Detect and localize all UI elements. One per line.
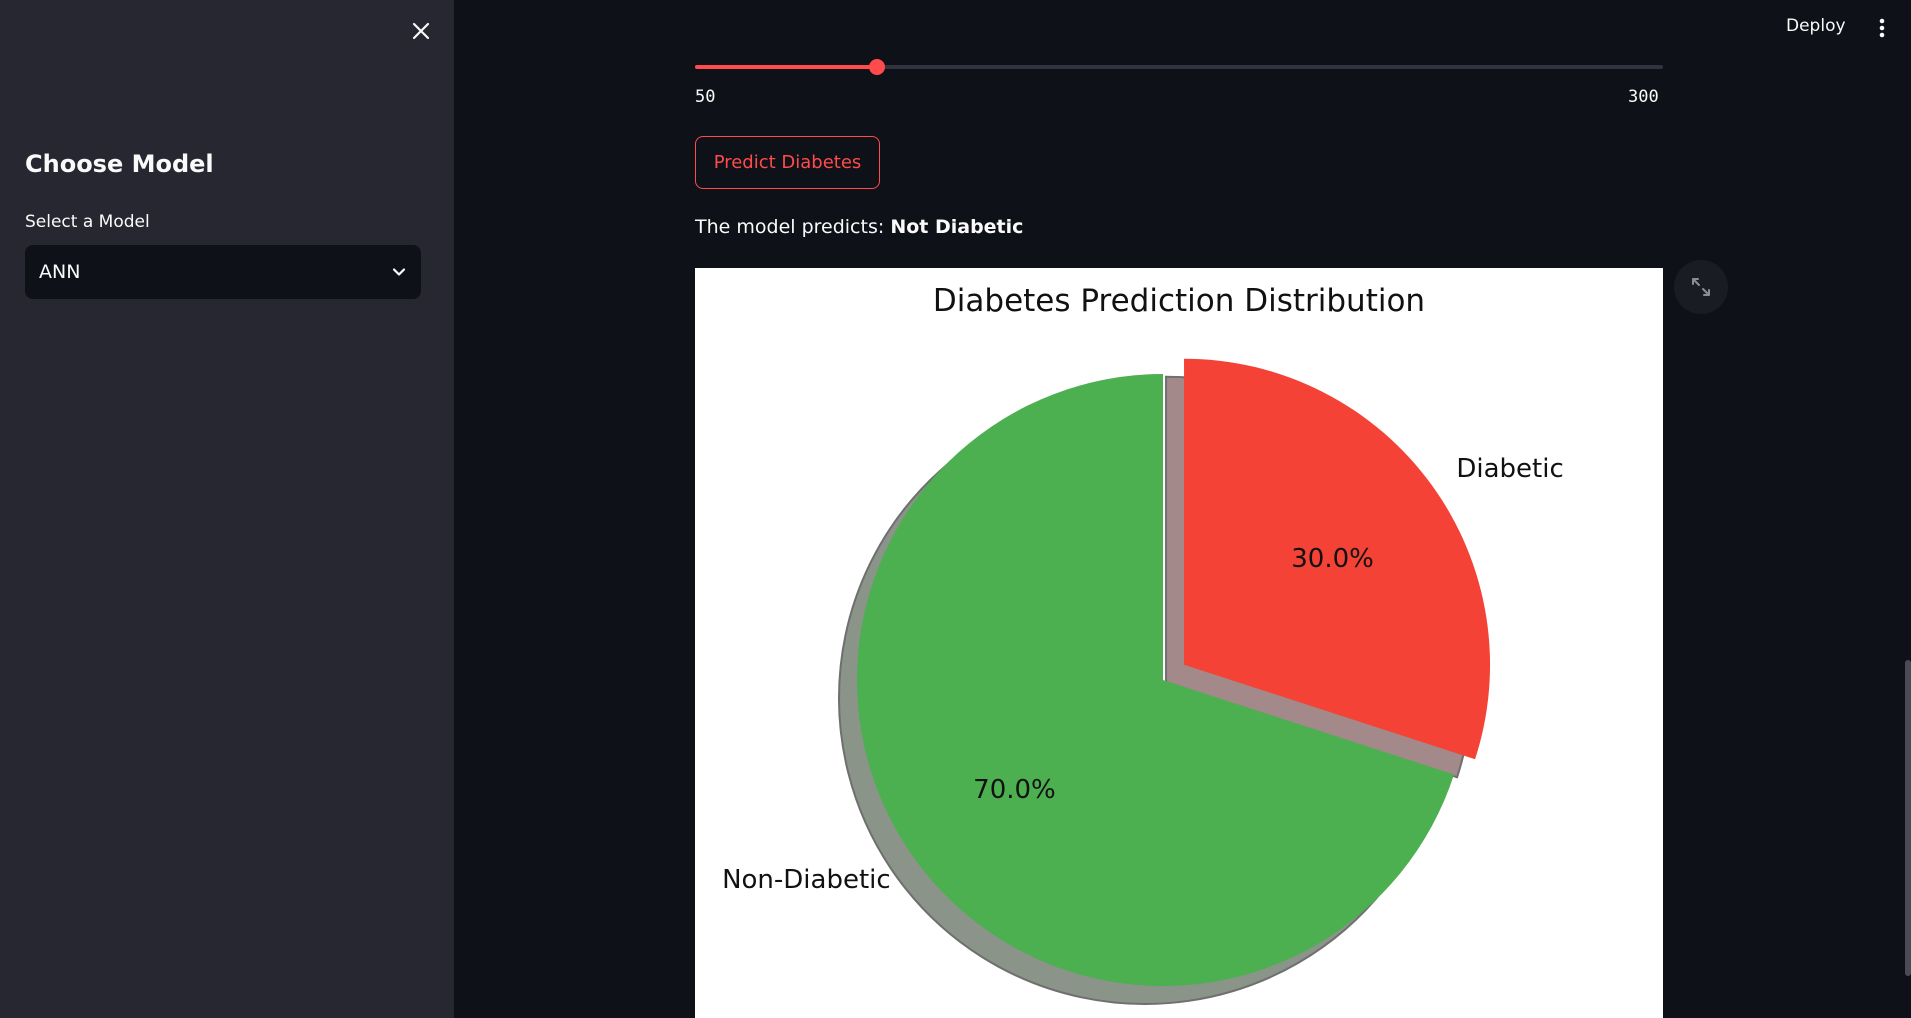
slider-min-label: 50: [695, 87, 716, 107]
deploy-button[interactable]: Deploy: [1786, 16, 1846, 36]
predict-diabetes-button[interactable]: Predict Diabetes: [695, 136, 880, 189]
model-select-value: ANN: [39, 261, 81, 283]
more-vertical-icon: [1879, 18, 1885, 38]
chart-title: Diabetes Prediction Distribution: [933, 283, 1425, 319]
page-scrollbar[interactable]: [1905, 660, 1911, 976]
model-select-label: Select a Model: [25, 212, 150, 232]
sidebar: Choose Model Select a Model ANN: [0, 0, 454, 1018]
model-select[interactable]: ANN: [25, 245, 421, 299]
result-value: Not Diabetic: [890, 216, 1024, 238]
pie-category-label: Diabetic: [1456, 454, 1563, 484]
slider-track[interactable]: [695, 59, 1663, 75]
pie-category-label: Non-Diabetic: [722, 865, 891, 895]
pie-chart: Diabetes Prediction Distribution 70.0% Non…: [722, 283, 1564, 1005]
fullscreen-button[interactable]: [1674, 260, 1728, 314]
pie-pct-label: 30.0%: [1291, 544, 1374, 574]
slider-fill: [695, 65, 877, 69]
pie-pct-label: 70.0%: [973, 775, 1056, 805]
close-sidebar-button[interactable]: [404, 14, 438, 48]
pie-chart-container: Diabetes Prediction Distribution 70.0% Non…: [695, 268, 1663, 1018]
slider-thumb[interactable]: [868, 59, 885, 75]
main-menu-button[interactable]: [1870, 14, 1894, 42]
prediction-result: The model predicts: Not Diabetic: [695, 216, 1023, 238]
slider-max-label: 300: [1628, 87, 1659, 107]
result-prefix: The model predicts:: [695, 216, 891, 238]
chevron-down-icon: [392, 268, 406, 276]
sidebar-title: Choose Model: [25, 150, 214, 178]
expand-icon: [1692, 278, 1710, 296]
close-icon: [412, 22, 430, 40]
